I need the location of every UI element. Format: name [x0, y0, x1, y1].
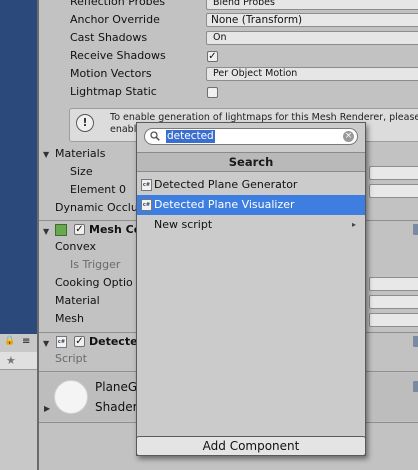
detected-enabled-checkbox[interactable]: ✓ — [74, 336, 85, 347]
materials-foldout-icon[interactable]: ▼ — [43, 150, 49, 159]
hierarchy-toolbar: 🔒 ≡ — [0, 336, 37, 350]
mesh-collider-icon — [55, 224, 67, 236]
menu-item-label: Detected Plane Generator — [154, 178, 298, 191]
help-icon[interactable] — [413, 381, 418, 392]
material-field[interactable] — [369, 295, 418, 309]
menu-icon[interactable]: ≡ — [22, 336, 30, 347]
anchor-override-label: Anchor Override — [70, 13, 160, 26]
dynamic-occlusion-label: Dynamic Occlu — [55, 201, 138, 214]
detected-component-title: Detecte — [89, 335, 138, 348]
material-name: PlaneG — [95, 380, 138, 394]
is-trigger-label: Is Trigger — [70, 258, 121, 271]
reflection-probes-label: Reflection Probes — [70, 0, 166, 8]
script-icon: c# — [141, 179, 152, 191]
materials-size-field[interactable] — [369, 166, 418, 180]
lightmap-static-label: Lightmap Static — [70, 85, 157, 98]
popup-header: Search — [137, 152, 365, 172]
convex-label: Convex — [55, 240, 96, 253]
submenu-arrow-icon: ▸ — [352, 220, 357, 229]
receive-shadows-label: Receive Shadows — [70, 49, 166, 62]
motion-vectors-dropdown[interactable]: Per Object Motion — [206, 67, 418, 81]
menu-item-label: New script — [154, 218, 213, 231]
info-icon: ! — [76, 114, 94, 132]
mesh-collider-title: Mesh Co — [89, 223, 142, 236]
materials-header[interactable]: Materials — [55, 147, 105, 160]
script-label: Script — [55, 352, 87, 365]
cooking-options-label: Cooking Optio — [55, 276, 133, 289]
mesh-collider-foldout-icon[interactable]: ▼ — [43, 227, 49, 236]
mesh-field[interactable] — [369, 313, 418, 327]
reflection-probes-dropdown[interactable]: Blend Probes — [206, 0, 418, 10]
menu-item-new-script[interactable]: New script ▸ — [137, 215, 365, 235]
cooking-options-dropdown[interactable] — [369, 277, 418, 291]
hierarchy-search-field[interactable]: ★ — [0, 352, 37, 370]
mesh-label: Mesh — [55, 312, 84, 325]
cast-shadows-label: Cast Shadows — [70, 31, 148, 44]
search-icon — [150, 131, 160, 141]
menu-item-label: Detected Plane Visualizer — [154, 198, 295, 211]
shader-label: Shader — [95, 400, 138, 414]
add-component-button[interactable]: Add Component — [136, 436, 366, 456]
search-query-text[interactable]: detected — [166, 130, 215, 143]
help-icon[interactable] — [413, 336, 418, 347]
help-icon[interactable] — [413, 224, 418, 235]
element0-field[interactable] — [369, 184, 418, 198]
materials-size-label: Size — [70, 165, 93, 178]
menu-item-detected-plane-generator[interactable]: c# Detected Plane Generator — [137, 175, 365, 195]
motion-vectors-label: Motion Vectors — [70, 67, 152, 80]
menu-item-detected-plane-visualizer[interactable]: c# Detected Plane Visualizer — [137, 195, 365, 215]
lightmap-static-checkbox[interactable] — [207, 87, 218, 98]
add-component-popup: detected × Search c# Detected Plane Gene… — [136, 122, 366, 456]
material-label: Material — [55, 294, 100, 307]
script-icon: c# — [56, 336, 67, 348]
clear-search-icon[interactable]: × — [343, 131, 354, 142]
mesh-collider-enabled-checkbox[interactable]: ✓ — [74, 224, 85, 235]
material-preview-foldout-icon[interactable]: ▶ — [44, 404, 50, 413]
script-icon: c# — [141, 199, 152, 211]
element0-label: Element 0 — [70, 183, 127, 196]
material-sphere-thumbnail — [54, 380, 88, 414]
detected-foldout-icon[interactable]: ▼ — [43, 339, 49, 348]
component-search-field[interactable]: detected × — [144, 128, 358, 145]
star-icon[interactable]: ★ — [6, 354, 16, 367]
anchor-override-field[interactable]: None (Transform) — [206, 13, 418, 27]
scene-view-panel[interactable] — [0, 0, 37, 334]
cast-shadows-dropdown[interactable]: On — [206, 31, 418, 45]
receive-shadows-checkbox[interactable]: ✓ — [207, 51, 218, 62]
lock-icon[interactable]: 🔒 — [4, 336, 15, 346]
